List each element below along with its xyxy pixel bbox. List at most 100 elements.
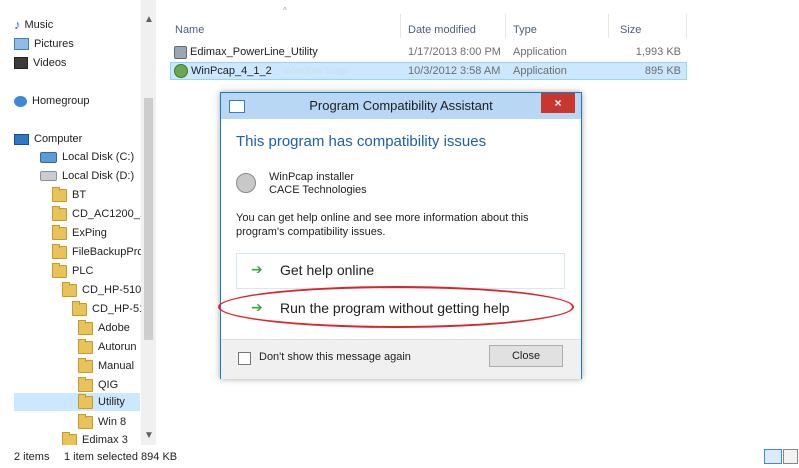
folder-icon: [72, 300, 87, 316]
column-header-type[interactable]: Type: [513, 24, 537, 36]
nav-item-label: Homegroup: [32, 95, 90, 107]
dont-show-again-checkbox[interactable]: [238, 352, 251, 365]
videos-icon: [14, 57, 28, 70]
program-icon: [236, 173, 256, 193]
nav-item-edimax3[interactable]: Edimax 3: [62, 431, 128, 445]
drive-icon: [40, 171, 57, 182]
column-separator: [686, 14, 687, 38]
dialog-footer: Don't show this message again Close: [221, 339, 581, 379]
dialog-title-bar[interactable]: Program Compatibility Assistant ×: [221, 93, 581, 119]
folder-icon: [52, 205, 67, 221]
nav-scrollbar-thumb[interactable]: [144, 98, 153, 340]
file-type: Application: [513, 46, 567, 58]
file-name: Edimax_PowerLine_Utility: [190, 46, 318, 58]
navigation-pane: ♪ Music Pictures Videos Homegroup Compute…: [0, 0, 162, 445]
nav-item-label: Local Disk (D:): [62, 170, 135, 182]
nav-item-label: Music: [24, 19, 54, 31]
program-name: WinPcap installer: [269, 171, 354, 183]
nav-item-utility[interactable]: Utility: [14, 393, 140, 411]
nav-item-manual[interactable]: Manual: [78, 357, 134, 375]
file-name: WinPcap_4_1_2: [191, 65, 272, 77]
nav-item-autorun[interactable]: Autorun: [78, 338, 137, 356]
folder-icon: [78, 393, 93, 409]
large-icons-view-icon[interactable]: [783, 449, 798, 464]
nav-item-music[interactable]: ♪ Music: [14, 16, 53, 34]
folder-icon: [52, 224, 67, 240]
column-header-date-modified[interactable]: Date modified: [408, 24, 476, 36]
column-header-size[interactable]: Size: [620, 24, 641, 36]
nav-item-label: QIG: [98, 379, 119, 391]
folder-icon: [52, 186, 67, 202]
folder-icon: [52, 243, 67, 259]
folder-icon: [62, 431, 77, 445]
folder-icon: [78, 376, 93, 392]
annotation-ellipse: [218, 286, 574, 328]
nav-item-label: Edimax 3: [82, 434, 128, 445]
sort-arrow-icon: ^: [283, 6, 287, 15]
folder-icon: [78, 338, 93, 354]
nav-item-label: Videos: [33, 57, 67, 69]
column-header-name[interactable]: Name: [175, 24, 204, 36]
nav-item-win8[interactable]: Win 8: [78, 413, 126, 431]
nav-item-computer[interactable]: Computer: [14, 130, 82, 148]
column-separator: [505, 14, 506, 38]
dialog-description: You can get help online and see more inf…: [236, 212, 529, 238]
nav-item-plc[interactable]: PLC: [52, 262, 93, 280]
scroll-down-icon[interactable]: ▼: [144, 430, 154, 441]
application-icon: [174, 46, 187, 59]
nav-item-label: FileBackupPro: [72, 246, 144, 258]
file-size: 1,993 KB: [635, 46, 681, 58]
nav-item-label: Computer: [34, 133, 83, 145]
nav-item-adobe[interactable]: Adobe: [78, 319, 130, 337]
computer-icon: [14, 133, 29, 145]
nav-item-filebackuppro[interactable]: FileBackupPro: [52, 243, 144, 261]
file-date: 10/3/2012 3:58 AM: [408, 65, 501, 77]
nav-item-label: ExPing: [72, 227, 107, 239]
nav-item-label: Pictures: [34, 38, 74, 50]
nav-item-exping[interactable]: ExPing: [52, 224, 107, 242]
column-separator: [608, 14, 609, 38]
nav-item-label: Utility: [98, 396, 125, 408]
nav-item-videos[interactable]: Videos: [14, 54, 66, 72]
nav-item-cd-hp-510[interactable]: CD_HP-510: [72, 300, 151, 318]
pictures-icon: [14, 38, 29, 51]
folder-icon: [62, 281, 77, 297]
installer-icon: [174, 64, 188, 78]
nav-item-pictures[interactable]: Pictures: [14, 35, 74, 53]
nav-item-label: BT: [72, 189, 87, 201]
compatibility-dialog: Program Compatibility Assistant × This p…: [220, 92, 582, 379]
nav-item-label: Autorun: [98, 341, 137, 353]
dialog-heading: This program has compatibility issues: [236, 133, 487, 150]
get-help-online-option[interactable]: ➔ Get help online: [236, 253, 565, 289]
nav-item-label: PLC: [72, 265, 94, 277]
nav-item-label: Manual: [98, 360, 135, 372]
column-separator: [400, 14, 401, 38]
option-label: Get help online: [280, 262, 375, 278]
homegroup-icon: [14, 95, 27, 107]
folder-icon: [78, 319, 93, 335]
status-selection: 1 item selected 894 KB: [64, 451, 178, 463]
nav-item-cd-ac1200[interactable]: CD_AC1200_1.0: [52, 205, 155, 223]
nav-item-local-disk-c[interactable]: Local Disk (C:): [40, 148, 134, 166]
drive-icon: [40, 151, 57, 163]
close-button[interactable]: Close: [489, 345, 563, 367]
status-item-count: 2 items: [14, 451, 50, 463]
details-view-icon[interactable]: [764, 449, 782, 464]
file-row[interactable]: Edimax_PowerLine_Utility 1/17/2013 8:00 …: [170, 44, 685, 60]
file-type: Application: [513, 65, 567, 77]
nav-item-qig[interactable]: QIG: [78, 376, 118, 394]
folder-icon: [78, 413, 93, 429]
nav-item-label: Win 8: [98, 416, 127, 428]
folder-icon: [52, 262, 67, 278]
nav-item-cd-hp-5102[interactable]: CD_HP-5102_: [62, 281, 154, 299]
green-arrow-icon: ➔: [251, 261, 263, 277]
program-publisher: CACE Technologies: [269, 184, 367, 196]
nav-item-homegroup[interactable]: Homegroup: [14, 92, 89, 110]
nav-item-label: Adobe: [98, 322, 130, 334]
nav-item-local-disk-d[interactable]: Local Disk (D:): [40, 167, 134, 185]
file-row-selected[interactable]: WinPcap_4_1_2 Window Snip 10/3/2012 3:58…: [170, 62, 687, 80]
scroll-up-icon[interactable]: ▲: [144, 14, 154, 25]
dialog-close-icon[interactable]: ×: [541, 93, 575, 113]
folder-icon: [78, 357, 93, 373]
nav-item-bt[interactable]: BT: [52, 186, 86, 204]
